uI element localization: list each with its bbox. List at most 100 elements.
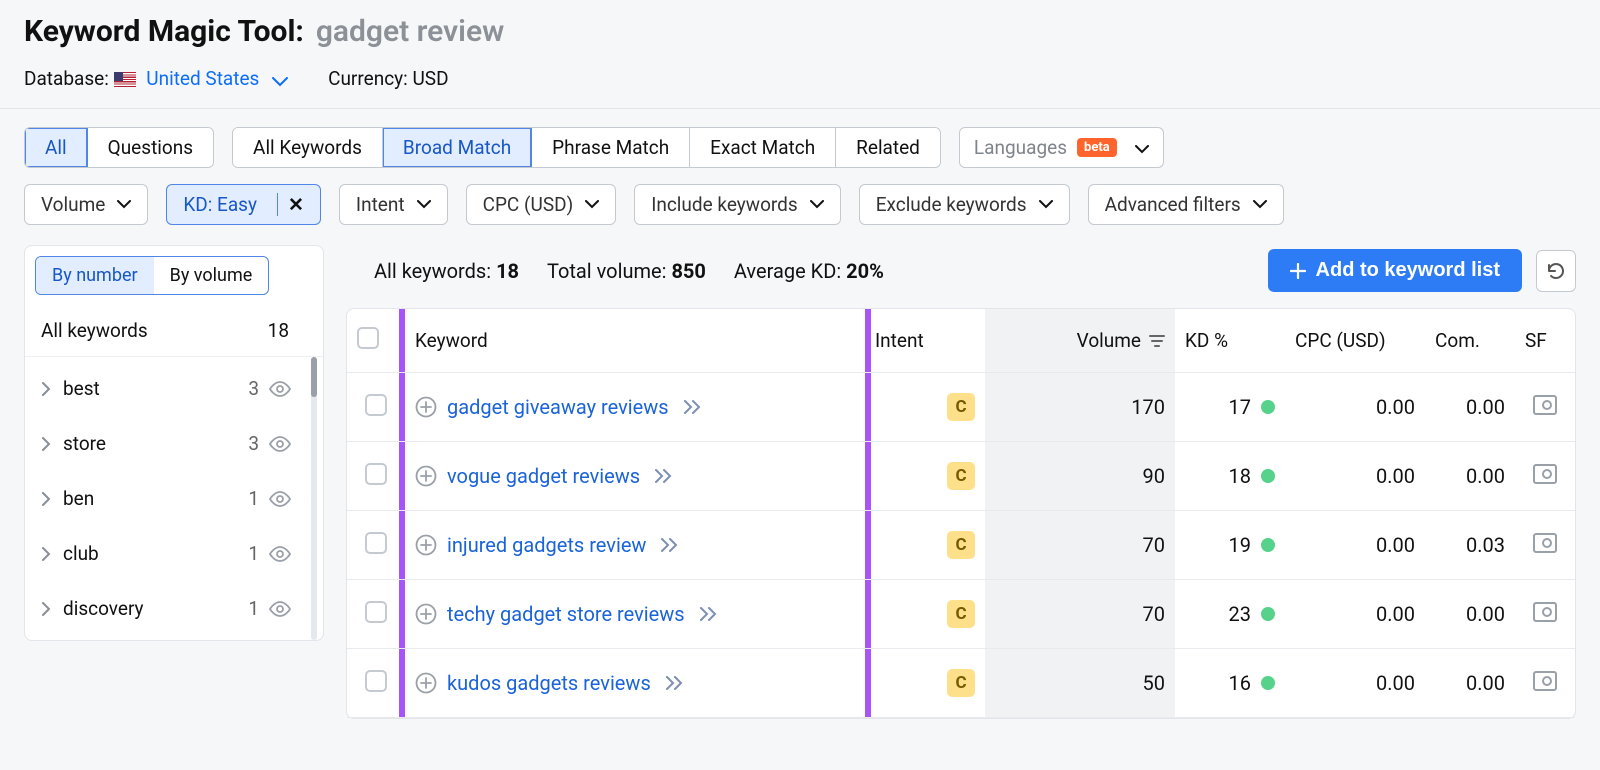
expand-keyword-icon[interactable] (415, 672, 437, 694)
double-chevron-icon[interactable] (683, 400, 703, 414)
sidebar-item[interactable]: ben 1 (25, 471, 305, 526)
match-phrase[interactable]: Phrase Match (532, 128, 690, 167)
keyword-link[interactable]: kudos gadgets reviews (447, 671, 651, 695)
eye-icon[interactable] (269, 546, 291, 562)
sort-desc-icon (1149, 334, 1165, 348)
filter-include[interactable]: Include keywords (634, 184, 841, 225)
keyword-link[interactable]: injured gadgets review (447, 533, 646, 557)
currency-label: Currency: (328, 67, 408, 90)
row-checkbox[interactable] (365, 532, 387, 554)
add-button-label: Add to keyword list (1316, 259, 1500, 282)
col-com[interactable]: Com. (1425, 309, 1515, 373)
languages-dropdown[interactable]: Languages beta (959, 127, 1164, 168)
table-row: injured gadgets review C 70 19 0.00 0.03 (347, 511, 1575, 580)
table-row: kudos gadgets reviews C 50 16 0.00 0.00 (347, 649, 1575, 718)
match-broad[interactable]: Broad Match (383, 128, 532, 167)
cpc-cell: 0.00 (1285, 442, 1425, 511)
filter-volume[interactable]: Volume (24, 184, 148, 225)
serp-features-icon[interactable] (1533, 464, 1557, 484)
page-title: Keyword Magic Tool: gadget review (24, 14, 1576, 49)
us-flag-icon (114, 72, 136, 87)
search-query: gadget review (316, 14, 504, 49)
col-keyword[interactable]: Keyword (405, 309, 865, 373)
summary-allkw-value: 18 (496, 259, 519, 283)
serp-features-icon[interactable] (1533, 671, 1557, 691)
filter-advanced[interactable]: Advanced filters (1088, 184, 1284, 225)
col-sf[interactable]: SF (1515, 309, 1575, 373)
com-cell: 0.00 (1425, 580, 1515, 649)
sidebar-sort-tabs: By number By volume (35, 256, 269, 295)
double-chevron-icon[interactable] (699, 607, 719, 621)
serp-features-icon[interactable] (1533, 533, 1557, 553)
sort-by-number[interactable]: By number (36, 257, 154, 294)
match-related[interactable]: Related (836, 128, 940, 167)
col-kd[interactable]: KD % (1175, 309, 1285, 373)
sidebar-scrollbar[interactable] (311, 357, 317, 640)
sort-by-volume[interactable]: By volume (154, 257, 269, 294)
match-all-keywords[interactable]: All Keywords (233, 128, 383, 167)
filter-exclude[interactable]: Exclude keywords (859, 184, 1070, 225)
intent-badge: C (947, 600, 975, 628)
kd-cell: 17 (1229, 395, 1275, 419)
row-checkbox[interactable] (365, 670, 387, 692)
filter-exclude-label: Exclude keywords (876, 193, 1027, 216)
kd-difficulty-dot (1261, 469, 1275, 483)
summary-vol-label: Total volume: (547, 259, 666, 283)
col-volume-label: Volume (1077, 329, 1141, 352)
filter-intent[interactable]: Intent (339, 184, 448, 225)
filter-include-label: Include keywords (651, 193, 798, 216)
filter-kd-label: KD: Easy (183, 193, 257, 216)
eye-icon[interactable] (269, 491, 291, 507)
sidebar-item[interactable]: club 1 (25, 526, 305, 581)
sidebar-all-keywords[interactable]: All keywords 18 (25, 305, 323, 357)
expand-keyword-icon[interactable] (415, 603, 437, 625)
double-chevron-icon[interactable] (665, 676, 685, 690)
keyword-link[interactable]: techy gadget store reviews (447, 602, 685, 626)
results-summary: All keywords: 18 Total volume: 850 Avera… (374, 259, 884, 283)
keyword-link[interactable]: vogue gadget reviews (447, 464, 640, 488)
filter-kd-clear[interactable]: ✕ (277, 193, 304, 216)
cpc-cell: 0.00 (1285, 511, 1425, 580)
kd-cell: 23 (1229, 602, 1275, 626)
volume-cell: 70 (985, 580, 1175, 649)
filter-kd[interactable]: KD: Easy ✕ (166, 184, 321, 225)
double-chevron-icon[interactable] (660, 538, 680, 552)
kd-cell: 18 (1229, 464, 1275, 488)
com-cell: 0.03 (1425, 511, 1515, 580)
col-cpc[interactable]: CPC (USD) (1285, 309, 1425, 373)
row-checkbox[interactable] (365, 601, 387, 623)
col-volume[interactable]: Volume (985, 309, 1175, 373)
expand-keyword-icon[interactable] (415, 465, 437, 487)
refresh-button[interactable] (1536, 250, 1576, 292)
table-row: techy gadget store reviews C 70 23 0.00 … (347, 580, 1575, 649)
row-checkbox[interactable] (365, 463, 387, 485)
sidebar-item[interactable]: store 3 (25, 416, 305, 471)
database-selector[interactable]: Database: United States (24, 67, 288, 90)
match-exact[interactable]: Exact Match (690, 128, 836, 167)
filter-cpc[interactable]: CPC (USD) (466, 184, 617, 225)
tool-name: Keyword Magic Tool: (24, 14, 304, 49)
sidebar-item[interactable]: discovery 1 (25, 581, 305, 636)
mode-questions[interactable]: Questions (88, 128, 213, 167)
eye-icon[interactable] (269, 381, 291, 397)
eye-icon[interactable] (269, 601, 291, 617)
serp-features-icon[interactable] (1533, 602, 1557, 622)
add-to-keyword-list-button[interactable]: Add to keyword list (1268, 249, 1522, 292)
row-checkbox[interactable] (365, 394, 387, 416)
chevron-right-icon (41, 492, 51, 506)
col-intent[interactable]: Intent (865, 309, 985, 373)
table-row: vogue gadget reviews C 90 18 0.00 0.00 (347, 442, 1575, 511)
sidebar-item-label: ben (63, 487, 94, 510)
double-chevron-icon[interactable] (654, 469, 674, 483)
intent-badge: C (947, 462, 975, 490)
intent-badge: C (947, 669, 975, 697)
serp-features-icon[interactable] (1533, 395, 1557, 415)
expand-keyword-icon[interactable] (415, 534, 437, 556)
expand-keyword-icon[interactable] (415, 396, 437, 418)
mode-all[interactable]: All (25, 128, 88, 167)
select-all-checkbox[interactable] (357, 327, 379, 349)
keyword-link[interactable]: gadget giveaway reviews (447, 395, 669, 419)
sidebar-item[interactable]: best 3 (25, 361, 305, 416)
chevron-right-icon (41, 437, 51, 451)
eye-icon[interactable] (269, 436, 291, 452)
